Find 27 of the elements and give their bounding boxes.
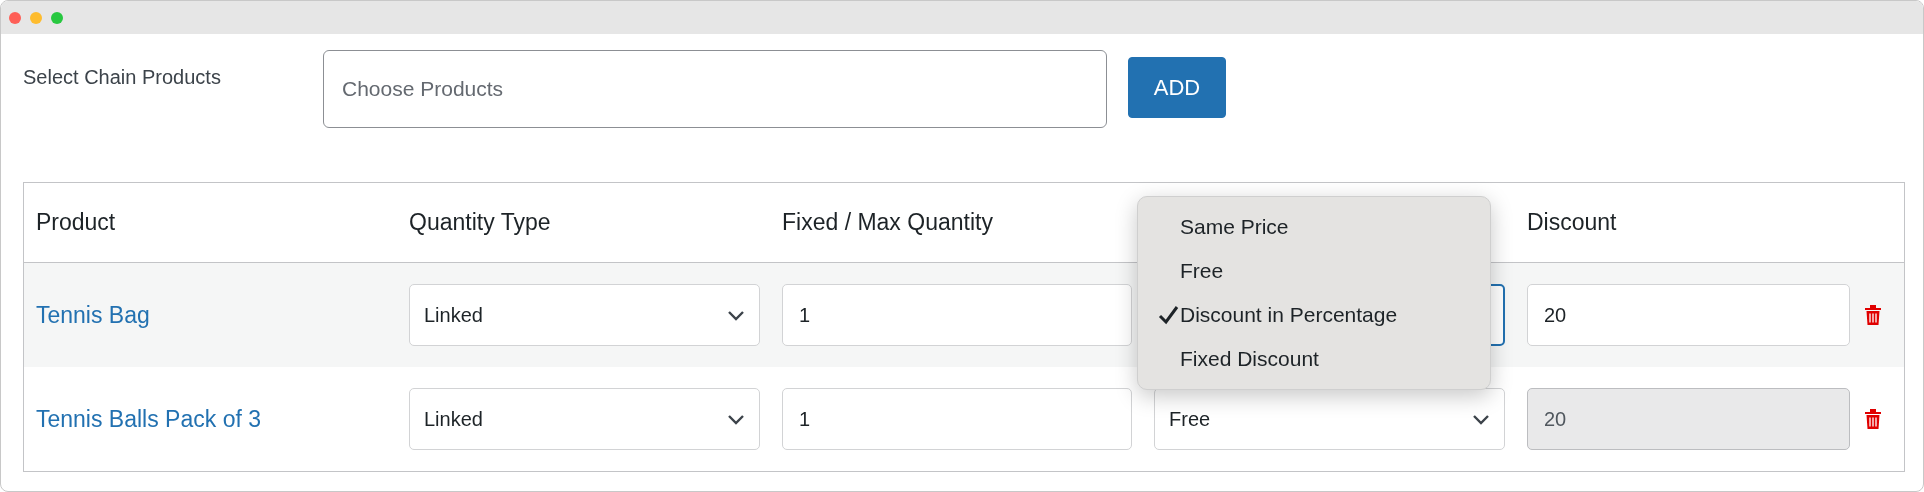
menu-option[interactable]: Free <box>1138 249 1490 293</box>
menu-option[interactable]: Same Price <box>1138 205 1490 249</box>
product-link[interactable]: Tennis Balls Pack of 3 <box>24 405 261 432</box>
chevron-icon <box>1472 412 1490 426</box>
maximize-icon[interactable] <box>51 11 63 24</box>
quantity-type-select[interactable]: Linked <box>409 284 760 346</box>
add-button[interactable]: ADD <box>1128 57 1226 118</box>
product-link[interactable]: Tennis Bag <box>24 301 150 328</box>
menu-option[interactable]: Discount in Percentage <box>1138 293 1490 337</box>
discount-input[interactable]: 20 <box>1527 284 1850 346</box>
chevron-icon <box>727 412 745 426</box>
delete-icon[interactable] <box>1864 408 1882 430</box>
column-header: Quantity Type <box>408 208 552 238</box>
quantity-input[interactable]: 1 <box>782 388 1132 450</box>
close-icon[interactable] <box>9 11 21 24</box>
product-search-field[interactable]: Choose Products <box>323 50 1107 128</box>
column-header: Fixed / Max Quantity <box>781 208 994 238</box>
column-header: Discount <box>1526 208 1618 238</box>
discount-type-select[interactable]: Free <box>1154 388 1505 450</box>
menu-option[interactable]: Fixed Discount <box>1138 337 1490 381</box>
quantity-input[interactable]: 1 <box>782 284 1132 346</box>
field-label: Select Chain Products <box>23 65 222 90</box>
delete-icon[interactable] <box>1864 304 1882 326</box>
minimize-icon[interactable] <box>30 11 42 24</box>
chevron-icon <box>727 308 745 322</box>
column-header: Product <box>35 208 117 238</box>
quantity-type-select[interactable]: Linked <box>409 388 760 450</box>
